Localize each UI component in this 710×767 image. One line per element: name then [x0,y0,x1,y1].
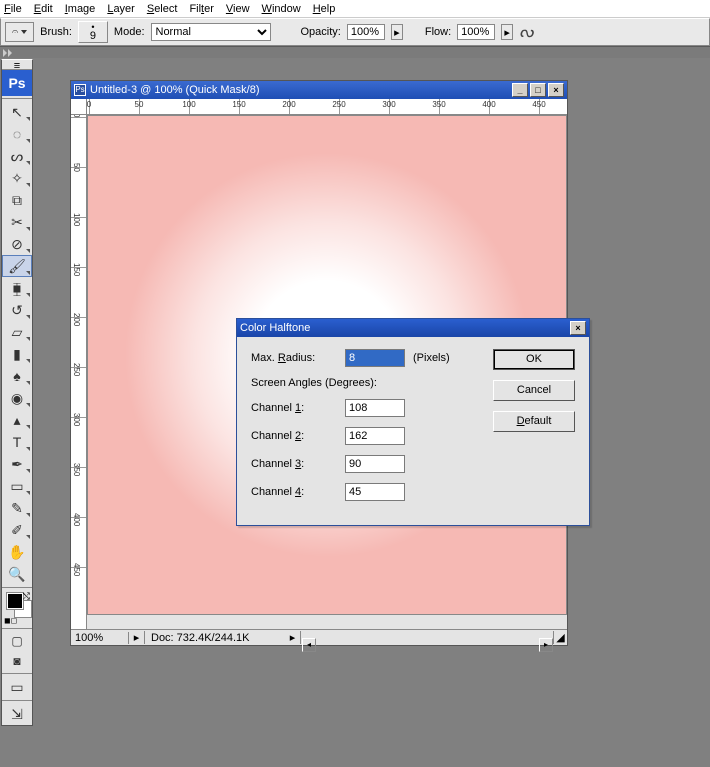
blur-tool-icon[interactable]: ♠ [2,365,32,387]
dialog-title: Color Halftone [240,322,310,334]
history-brush-tool-icon[interactable]: ↺ [2,299,32,321]
menu-select[interactable]: Select [147,3,178,15]
crop-tool-icon[interactable]: ⧉ [2,189,32,211]
stamp-tool-icon[interactable]: ⧯ [2,277,32,299]
pixels-label: (Pixels) [413,352,450,364]
menu-image[interactable]: Image [65,3,96,15]
menu-window[interactable]: Window [262,3,301,15]
pen-tool-icon[interactable]: ✒ [2,453,32,475]
docinfo-flyout-icon[interactable]: ▸ [285,631,301,644]
brush-preset-picker[interactable]: • 9 [78,21,108,43]
brush-tool-icon: 𝄐 [12,26,18,39]
channel3-input[interactable] [345,455,405,473]
menu-help[interactable]: Help [313,3,336,15]
menu-layer[interactable]: Layer [107,3,135,15]
tools-palette: ≡ Ps ↖ ◌ ᔕ ✧ ⧉ ✂ ⊘ 🖌 ⧯ ↺ ▱ ▮ ♠ ◉ ▴ T ✒ ▭… [1,59,33,726]
close-button[interactable]: × [548,83,564,97]
brush-tool-icon[interactable]: 🖌 [2,255,32,277]
eyedropper-tool-icon[interactable]: ✐ [2,519,32,541]
menu-bar: File Edit Image Layer Select Filter View… [0,0,710,18]
options-bar: 𝄐 Brush: • 9 Mode: Normal Opacity: ▸ Flo… [0,18,710,46]
menu-view[interactable]: View [226,3,250,15]
slice-tool-icon[interactable]: ✂ [2,211,32,233]
menu-filter[interactable]: Filter [189,3,213,15]
mode-select[interactable]: Normal [151,23,271,41]
document-info[interactable]: Doc: 732.4K/244.1K [145,632,285,644]
dodge-tool-icon[interactable]: ◉ [2,387,32,409]
lasso-tool-icon[interactable]: ᔕ [2,145,32,167]
channel1-label: Channel 1: [251,402,337,414]
flow-flyout-icon[interactable]: ▸ [501,24,513,40]
channel2-input[interactable] [345,427,405,445]
default-button[interactable]: Default [493,411,575,432]
menu-file[interactable]: File [4,3,22,15]
zoom-tool-icon[interactable]: 🔍 [2,563,32,585]
opacity-flyout-icon[interactable]: ▸ [391,24,403,40]
scroll-right-icon[interactable]: ▸ [539,638,553,652]
max-radius-input[interactable] [345,349,405,367]
move-tool-icon[interactable]: ↖ [2,101,32,123]
dialog-close-button[interactable]: × [570,321,586,335]
document-title: Untitled-3 @ 100% (Quick Mask/8) [90,84,260,96]
healing-tool-icon[interactable]: ⊘ [2,233,32,255]
max-radius-label: Max. Radius: [251,352,337,364]
menu-edit[interactable]: Edit [34,3,53,15]
shape-tool-icon[interactable]: ▭ [2,475,32,497]
jump-to-icon[interactable]: ⇲ [2,703,32,725]
marquee-tool-icon[interactable]: ◌ [2,123,32,145]
flow-input[interactable] [457,24,495,40]
brush-size-value: 9 [90,32,96,41]
path-select-tool-icon[interactable]: ▴ [2,409,32,431]
opacity-label: Opacity: [301,26,341,38]
document-statusbar: 100% ▸ Doc: 732.4K/244.1K ▸ ◂ ▸ ◢ [71,629,567,645]
ruler-horizontal[interactable]: 050100150200250300350400450 [87,99,567,115]
mode-label: Mode: [114,26,145,38]
gradient-tool-icon[interactable]: ▮ [2,343,32,365]
channel1-input[interactable] [345,399,405,417]
palette-well-gutter [0,46,710,58]
status-flyout-icon[interactable]: ▸ [129,631,145,644]
screen-mode-icon[interactable]: ▭ [2,676,32,698]
minimize-button[interactable]: _ [512,83,528,97]
brush-label: Brush: [40,26,72,38]
foreground-color-swatch[interactable] [6,592,24,610]
ps-logo-icon[interactable]: Ps [2,70,32,96]
ok-button[interactable]: OK [493,349,575,370]
channel2-label: Channel 2: [251,430,337,442]
scroll-left-icon[interactable]: ◂ [302,638,316,652]
opacity-input[interactable] [347,24,385,40]
color-halftone-dialog: Color Halftone × Max. Radius: (Pixels) S… [236,318,590,526]
swap-colors-icon[interactable]: ⤭ [23,591,30,602]
wand-tool-icon[interactable]: ✧ [2,167,32,189]
cancel-button[interactable]: Cancel [493,380,575,401]
dialog-titlebar[interactable]: Color Halftone × [237,319,589,337]
channel4-input[interactable] [345,483,405,501]
document-titlebar[interactable]: Ps Untitled-3 @ 100% (Quick Mask/8) _ □ … [71,81,567,99]
hand-tool-icon[interactable]: ✋ [2,541,32,563]
eraser-tool-icon[interactable]: ▱ [2,321,32,343]
maximize-button[interactable]: □ [530,83,546,97]
color-swatches[interactable]: ⤭ ◼◻ [2,590,32,626]
ruler-origin[interactable] [71,99,87,115]
tool-preset-picker[interactable]: 𝄐 [5,22,34,42]
channel4-label: Channel 4: [251,486,337,498]
default-colors-icon[interactable]: ◼◻ [4,616,17,625]
airbrush-toggle-icon[interactable]: ᔓ [519,22,533,42]
document-icon: Ps [74,84,86,96]
ruler-vertical[interactable]: 050100150200250300350400450 [71,115,87,629]
notes-tool-icon[interactable]: ✎ [2,497,32,519]
resize-grip-icon[interactable]: ◢ [553,631,567,644]
flow-label: Flow: [425,26,451,38]
zoom-level[interactable]: 100% [71,632,129,644]
screen-angles-label: Screen Angles (Degrees): [251,377,479,389]
channel3-label: Channel 3: [251,458,337,470]
standard-mode-icon[interactable]: ▢ [2,631,32,651]
tools-header[interactable]: ≡ [2,60,32,70]
quick-mask-icon[interactable]: ◙ [2,651,32,671]
type-tool-icon[interactable]: T [2,431,32,453]
